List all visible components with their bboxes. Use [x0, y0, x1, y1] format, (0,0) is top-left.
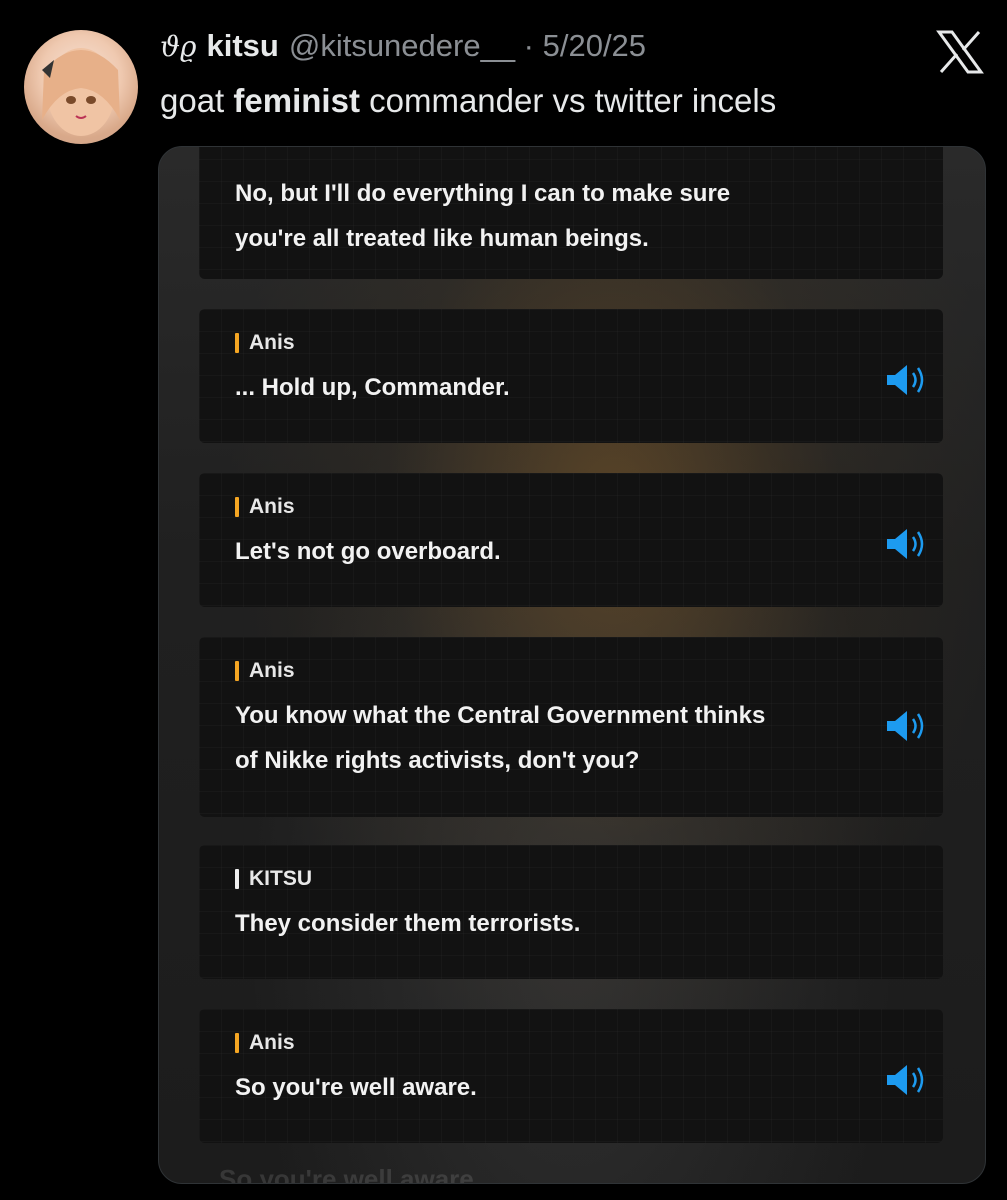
tweet-text-part: commander vs twitter incels — [359, 82, 777, 119]
dialogue-line: ... Hold up, Commander. — [235, 374, 510, 401]
dialogue-line: No, but I'll do everything I can to make… — [235, 180, 731, 207]
speaker-volume-icon[interactable] — [885, 1063, 931, 1097]
dialogue-line: Let's not go overboard. — [235, 538, 501, 565]
display-name[interactable]: kitsu — [206, 28, 278, 64]
dialogue-bubble: Anis Let's not go overboard. — [199, 473, 943, 607]
faded-background-text: So you're well aware. — [219, 1164, 481, 1184]
tweet-header: ϑϱ kitsu @kitsunedere__ · 5/20/25 — [160, 28, 646, 68]
dialogue-bubble: No, but I'll do everything I can to make… — [199, 147, 943, 279]
speaker-volume-icon[interactable] — [885, 527, 931, 561]
speaker-tag: Anis — [235, 659, 907, 683]
x-logo-icon[interactable] — [936, 30, 984, 74]
speaker-tag: Anis — [235, 495, 907, 519]
name-decoration: ϑϱ — [160, 30, 197, 63]
speaker-bar — [235, 661, 239, 681]
speaker-name: Anis — [249, 1031, 295, 1054]
speaker-tag: KITSU — [235, 867, 907, 891]
dialogue-line: They consider them terrorists. — [235, 910, 581, 937]
speaker-name: KITSU — [249, 867, 312, 890]
speaker-bar — [235, 497, 239, 517]
speaker-tag: Anis — [235, 1031, 907, 1055]
dialogue-bubble: KITSU They consider them terrorists. — [199, 845, 943, 979]
dialogue-bubble: Anis So you're well aware. — [199, 1009, 943, 1143]
speaker-name: Anis — [249, 331, 295, 354]
tweet-text-part: goat — [160, 82, 234, 119]
speaker-name: Anis — [249, 495, 295, 518]
avatar[interactable] — [24, 30, 138, 144]
dialogue-line: So you're well aware. — [235, 1074, 477, 1101]
dialogue-bubble: Anis You know what the Central Governmen… — [199, 637, 943, 817]
handle-and-date[interactable]: @kitsunedere__ · 5/20/25 — [289, 28, 646, 64]
speaker-bar — [235, 1033, 239, 1053]
speaker-tag: Anis — [235, 331, 907, 355]
speaker-bar — [235, 333, 239, 353]
speaker-bar — [235, 869, 239, 889]
dialogue-bubble: Anis ... Hold up, Commander. — [199, 309, 943, 443]
tweet-text: goat feminist commander vs twitter incel… — [160, 82, 776, 120]
dialogue-line: of Nikke rights activists, don't you? — [235, 747, 640, 774]
dialogue-line: You know what the Central Government thi… — [235, 702, 766, 729]
media-image[interactable]: No, but I'll do everything I can to make… — [158, 146, 986, 1184]
tweet-text-bold: feminist — [233, 82, 360, 119]
speaker-volume-icon[interactable] — [885, 363, 931, 397]
speaker-volume-icon[interactable] — [885, 709, 931, 743]
dialogue-line: you're all treated like human beings. — [235, 225, 649, 252]
speaker-name: Anis — [249, 659, 295, 682]
